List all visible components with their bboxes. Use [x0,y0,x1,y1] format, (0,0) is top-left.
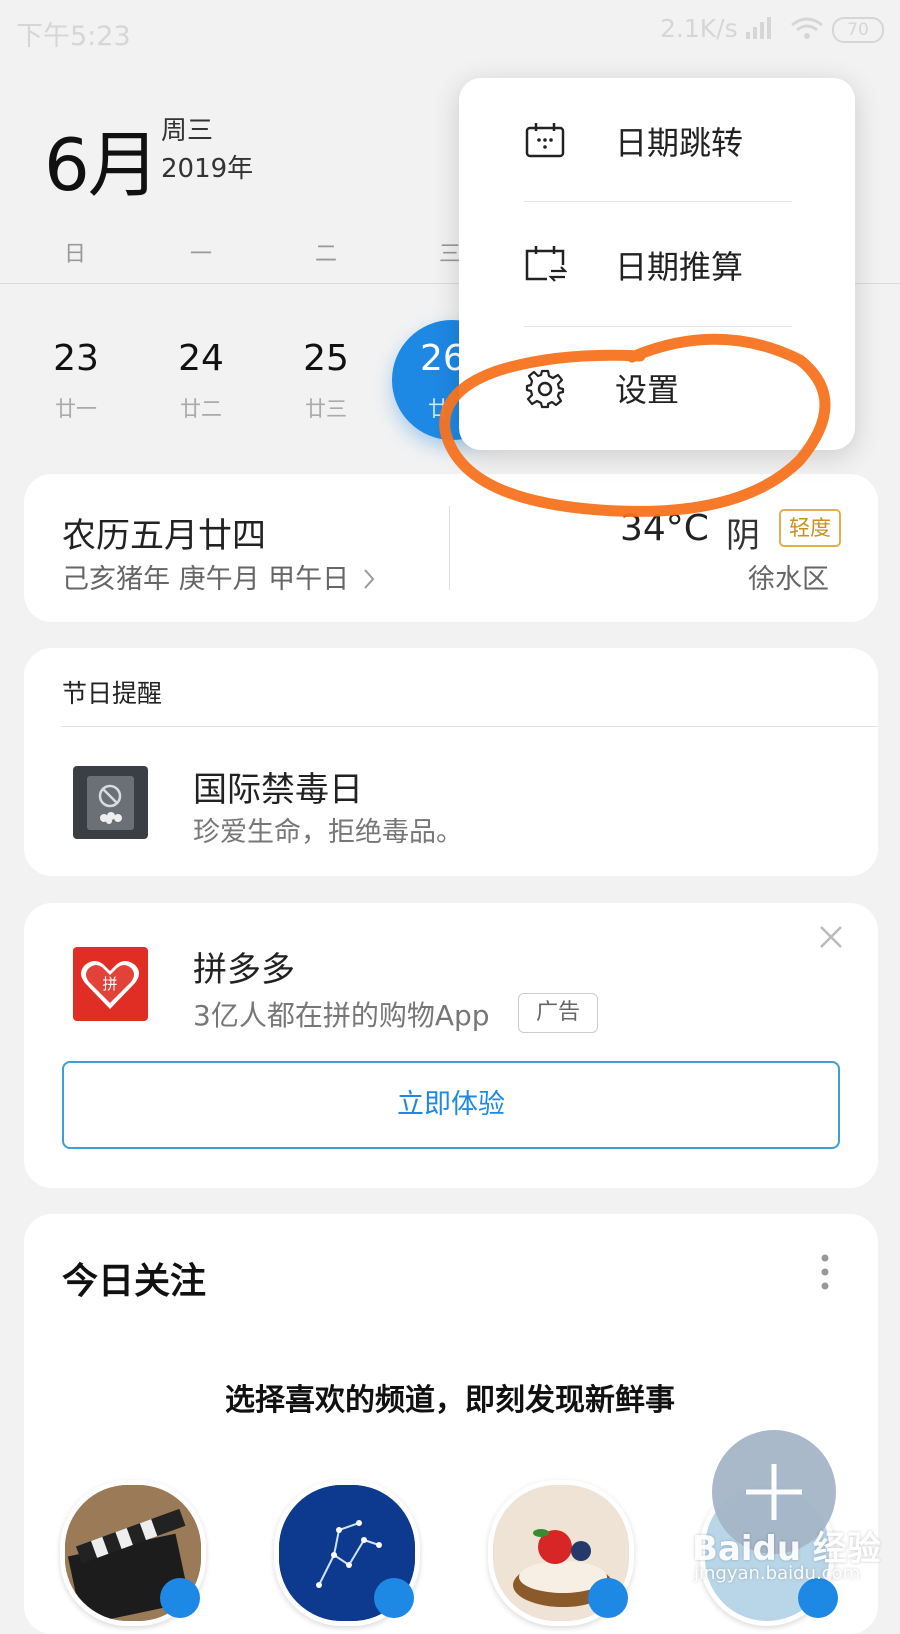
annotation-circle [439,333,831,517]
baidu-watermark-url: jingyan.baidu.com [694,1563,861,1584]
